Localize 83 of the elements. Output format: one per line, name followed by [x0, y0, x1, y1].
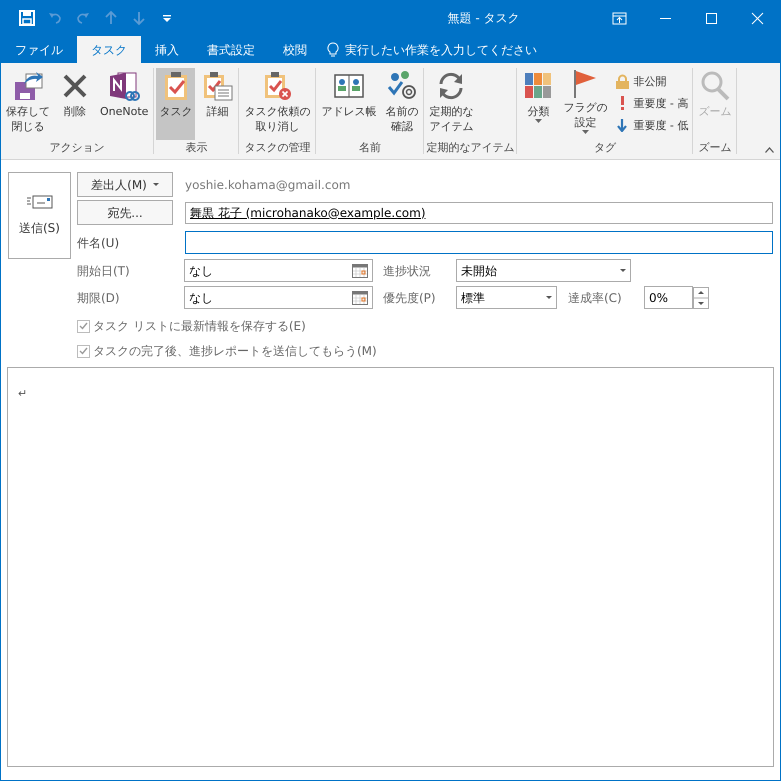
redo-icon — [75, 10, 91, 26]
spin-buttons-icon[interactable] — [693, 286, 709, 308]
group-label: ズーム — [697, 140, 732, 156]
exclamation-icon — [620, 96, 624, 110]
ribbon-button[interactable]: 名前の 確認 — [382, 68, 422, 140]
calendar-icon[interactable] — [352, 290, 368, 304]
caret-icon — [152, 183, 159, 186]
lock-icon — [616, 74, 629, 88]
lightbulb-icon — [327, 42, 339, 58]
check-names-icon — [386, 70, 418, 102]
ribbon-button[interactable]: 非公開 — [613, 71, 690, 93]
field-label: 進捗状況 — [383, 262, 432, 280]
ribbon-button[interactable]: タスク依頼の 取り消し — [241, 68, 314, 140]
date-field[interactable]: なし — [184, 259, 373, 282]
field-label: 達成率(C) — [568, 290, 623, 306]
dropdown-field[interactable]: 標準 — [456, 286, 557, 309]
caret-icon — [620, 269, 626, 272]
ribbon-button[interactable]: 削除 — [56, 68, 94, 140]
caret-icon — [546, 296, 552, 299]
ribbon-button[interactable]: 重要度 - 高 — [613, 93, 690, 115]
ribbon-button[interactable]: 分類 — [519, 68, 558, 140]
collapse-ribbon-icon[interactable] — [765, 147, 774, 153]
field-value: 0% — [649, 290, 668, 306]
flag-icon — [574, 70, 596, 98]
to-button[interactable]: 宛先... — [77, 200, 173, 225]
send-button[interactable]: 送信(S) — [8, 172, 71, 259]
ribbon-button[interactable]: 定期的な アイテム — [426, 68, 476, 140]
caret-icon — [534, 119, 542, 123]
caret-icon — [582, 130, 589, 134]
down-arrow-icon — [131, 10, 147, 26]
ribbon-tab[interactable]: 書式設定 — [193, 36, 269, 63]
to-field[interactable]: 舞黒 花子 (microhanako@example.com) — [185, 202, 773, 224]
ribbon-tab[interactable]: ファイル — [1, 36, 77, 63]
ribbon-button[interactable]: 重要度 - 低 — [613, 115, 690, 137]
close-icon — [750, 10, 764, 26]
group-label: アクション — [48, 140, 106, 156]
search-icon — [698, 70, 731, 102]
group-label: タスクの管理 — [243, 140, 312, 156]
ribbon-button[interactable]: アドレス帳 — [318, 68, 380, 140]
group-label: 定期的なアイテム — [426, 140, 514, 156]
from-button[interactable]: 差出人(M) — [77, 172, 173, 197]
field-value: なし — [189, 262, 213, 280]
maximize-icon — [704, 10, 718, 26]
ribbon-tab[interactable]: 校閲 — [269, 36, 321, 63]
field-value: 標準 — [461, 290, 485, 306]
undo-icon — [47, 10, 63, 26]
field-label: 優先度(P) — [383, 290, 437, 306]
dropdown-field[interactable]: 未開始 — [456, 259, 631, 282]
down-arrow-icon — [617, 118, 628, 132]
field-value: 未開始 — [461, 262, 497, 280]
ribbon-tab[interactable]: 挿入 — [141, 36, 193, 63]
task-body-editor[interactable]: ↵ — [7, 367, 774, 767]
save-close-icon — [12, 70, 44, 102]
from-address: yoshie.kohama@gmail.com — [185, 176, 350, 194]
paragraph-mark: ↵ — [18, 387, 28, 400]
ribbon-button[interactable]: 詳細 — [198, 68, 236, 140]
percent-field[interactable]: 0% — [644, 286, 693, 309]
onenote-icon — [108, 70, 140, 102]
field-label: 件名(U) — [77, 234, 120, 252]
window-title: 無題 - タスク — [446, 10, 520, 27]
recipient-link[interactable]: 舞黒 花子 (microhanako@example.com) — [190, 204, 426, 222]
date-field[interactable]: なし — [184, 286, 373, 309]
ribbon-button[interactable]: OneNote — [97, 68, 152, 140]
field-label: 期限(D) — [77, 290, 121, 306]
ribbon-tab[interactable]: タスク — [77, 36, 141, 63]
tell-me-search[interactable]: 実行したい作業を入力してください — [339, 40, 537, 58]
ribbon-button[interactable]: フラグの 設定 — [560, 68, 610, 140]
ribbon-button[interactable]: タスク — [156, 68, 196, 140]
ribbon-display-icon — [612, 10, 626, 26]
field-label: 開始日(T) — [77, 262, 131, 280]
group-label: 名前 — [358, 140, 382, 156]
subject-field[interactable] — [185, 231, 773, 254]
envelope-icon — [26, 194, 52, 208]
up-arrow-icon — [103, 10, 119, 26]
group-label: 表示 — [184, 140, 208, 156]
calendar-icon[interactable] — [352, 264, 368, 278]
clipboard-list-icon — [201, 70, 234, 102]
checkbox-label: タスク リストに最新情報を保存する(E) — [93, 318, 306, 335]
checkbox-label: タスクの完了後、進捗レポートを送信してもらう(M) — [93, 343, 377, 360]
ribbon-button[interactable]: 保存して 閉じる — [3, 68, 53, 140]
group-label: タグ — [592, 140, 618, 156]
field-value: なし — [189, 290, 213, 306]
save-icon — [19, 10, 35, 26]
